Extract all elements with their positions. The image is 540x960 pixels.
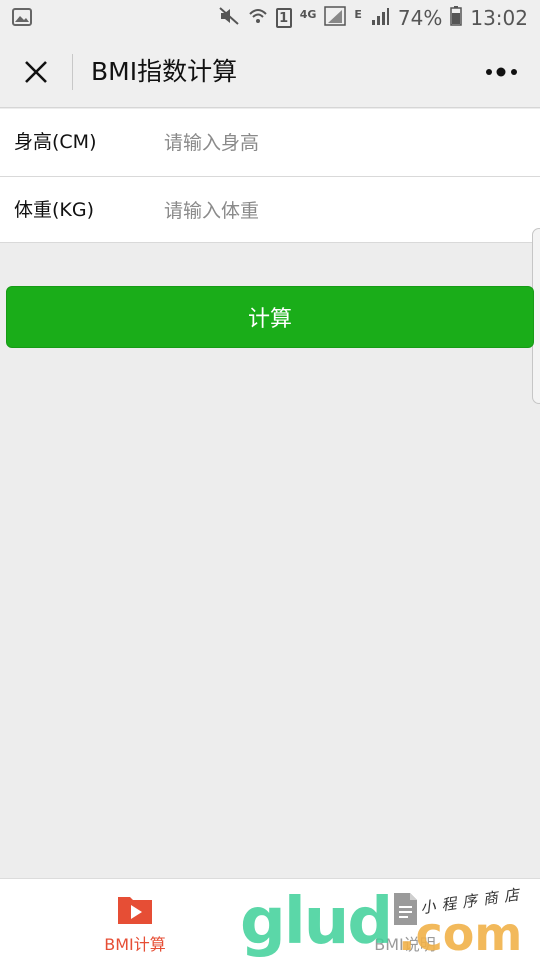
height-input[interactable] bbox=[164, 123, 524, 163]
signal-bars-icon bbox=[370, 6, 390, 31]
height-row: 身高(CM) bbox=[0, 109, 540, 176]
network-e-label: E bbox=[354, 8, 362, 21]
tab-bmi-calculate[interactable]: BMI计算 bbox=[0, 879, 270, 960]
status-icons: 1 4G E 74% 13:02 bbox=[218, 0, 528, 36]
status-bar: 1 4G E 74% 13:02 bbox=[0, 0, 540, 36]
tab-label-bmi-calculate: BMI计算 bbox=[104, 935, 166, 954]
clock: 13:02 bbox=[470, 6, 528, 30]
network-4g-label: 4G bbox=[299, 8, 317, 21]
navigation-bar: BMI指数计算 bbox=[0, 36, 540, 108]
tab-bmi-explanation[interactable]: BMI说明 bbox=[270, 879, 540, 960]
page-title: BMI指数计算 bbox=[91, 57, 238, 86]
sim-card-badge: 1 bbox=[275, 8, 292, 28]
wifi-icon bbox=[248, 6, 268, 31]
battery-icon bbox=[450, 5, 463, 31]
video-folder-icon bbox=[115, 889, 155, 929]
signal-icon bbox=[324, 5, 347, 31]
tab-bar: BMI计算 BMI说明 bbox=[0, 878, 540, 960]
close-icon[interactable] bbox=[20, 56, 52, 88]
weight-label: 体重(KG) bbox=[14, 199, 95, 221]
gallery-notification-icon bbox=[12, 8, 32, 30]
bmi-form: 身高(CM) 体重(KG) bbox=[0, 109, 540, 243]
height-label: 身高(CM) bbox=[14, 131, 97, 153]
document-icon bbox=[385, 889, 425, 929]
battery-percent: 74% bbox=[397, 6, 443, 30]
calculate-button[interactable]: 计算 bbox=[6, 286, 534, 348]
weight-input[interactable] bbox=[164, 191, 524, 231]
nav-divider bbox=[72, 54, 73, 90]
more-options-icon[interactable] bbox=[484, 58, 520, 86]
tab-label-bmi-explanation: BMI说明 bbox=[374, 935, 436, 954]
mute-icon bbox=[218, 6, 240, 31]
weight-row: 体重(KG) bbox=[0, 176, 540, 243]
